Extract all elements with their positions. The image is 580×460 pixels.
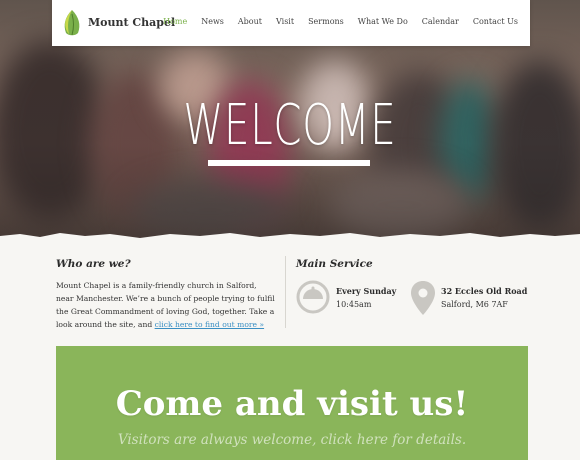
service-day: Every Sunday (336, 286, 397, 296)
nav-item-home[interactable]: Home (163, 17, 187, 26)
cta-subtitle[interactable]: Visitors are always welcome, click here … (56, 432, 528, 448)
about-title: Who are we? (56, 258, 131, 270)
address-line-2: Salford, M6 7AF (441, 300, 508, 309)
service-title: Main Service (296, 258, 373, 270)
visit-cta-banner[interactable]: Come and visit us! Visitors are always w… (56, 346, 528, 460)
cta-title: Come and visit us! (115, 384, 469, 424)
nav-item-contact-us[interactable]: Contact Us (473, 17, 518, 26)
service-column: Main Service (296, 258, 536, 270)
nav-item-calendar[interactable]: Calendar (422, 17, 459, 26)
address-line-1: 32 Eccles Old Road (441, 286, 528, 296)
find-out-more-link[interactable]: click here to find out more » (155, 320, 264, 329)
main-menu: Home News About Visit Sermons What We Do… (149, 17, 518, 26)
hero-heading-underline (208, 160, 370, 166)
nav-item-visit[interactable]: Visit (276, 17, 294, 26)
clock-icon (296, 280, 330, 318)
nav-item-what-we-do[interactable]: What We Do (358, 17, 408, 26)
leaf-logo-icon[interactable] (62, 9, 82, 41)
about-text: Mount Chapel is a family-friendly church… (56, 279, 276, 331)
nav-item-news[interactable]: News (201, 17, 224, 26)
torn-paper-edge (0, 233, 580, 244)
map-pin-icon (410, 280, 436, 320)
column-divider (285, 256, 286, 328)
hero-heading-wrap: WELCOME (0, 96, 580, 156)
top-navbar: Mount Chapel Home News About Visit Sermo… (52, 0, 530, 46)
nav-item-sermons[interactable]: Sermons (308, 17, 344, 26)
about-column: Who are we? Mount Chapel is a family-fri… (56, 258, 276, 331)
hero-heading: WELCOME (183, 93, 397, 158)
nav-item-about[interactable]: About (238, 17, 262, 26)
service-time: 10:45am (336, 300, 372, 309)
